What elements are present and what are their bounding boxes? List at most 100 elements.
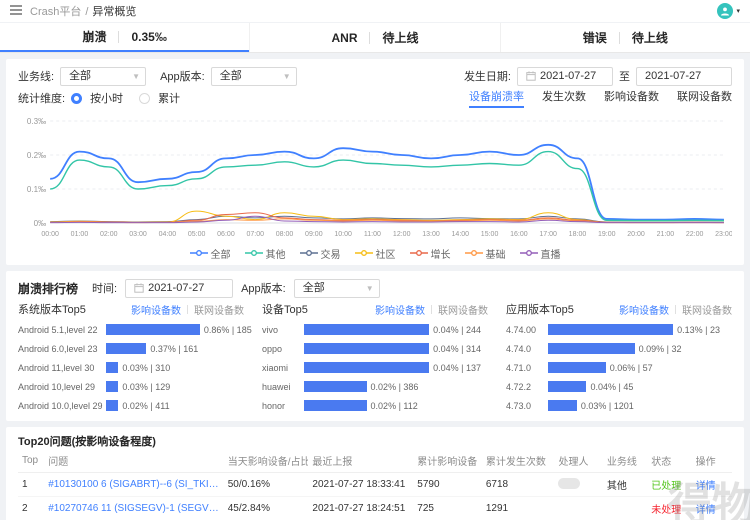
bar-label: 4.71.0 (506, 363, 548, 373)
breadcrumb-app[interactable]: Crash平台 (30, 6, 81, 18)
cell-today-devices: 45/2.84% (224, 497, 309, 520)
radio-hourly-label[interactable]: 按小时 (90, 90, 123, 106)
top5-bar-row: vivo0.04% | 244 (262, 320, 488, 339)
bar-label: Android 11,level 30 (18, 363, 106, 373)
svg-text:16:00: 16:00 (510, 231, 528, 238)
business-line-select[interactable]: 全部▼ (60, 67, 146, 86)
business-line-label: 业务线: (18, 68, 54, 84)
ranking-title: 崩溃排行榜 (18, 280, 78, 297)
metric-tab[interactable]: 影响设备数 (604, 88, 659, 108)
tab-crash[interactable]: 崩溃 0.35‰ (0, 23, 249, 52)
issues-card: Top20问题(按影响设备程度) Top问题当天影响设备/占比最近上报累计影响设… (6, 427, 744, 520)
bar-track: 0.04% | 137 (304, 362, 488, 373)
breadcrumb-separator: / (85, 6, 88, 18)
top5-bar-row: xiaomi0.04% | 137 (262, 358, 488, 377)
tab-affected-devices[interactable]: 影响设备数 (131, 302, 181, 317)
metric-tab[interactable]: 发生次数 (542, 88, 586, 108)
top5-bar-row: honor0.02% | 112 (262, 396, 488, 415)
app-version-select[interactable]: 全部▼ (211, 67, 297, 86)
tab-online-devices[interactable]: 联网设备数 (682, 302, 732, 317)
table-row: 1#10130100 6 (SIGABRT)--6 (SI_TKILL)50/0… (18, 473, 732, 497)
bar (106, 362, 118, 373)
cell-last-report: 2021-07-27 18:33:41 (308, 473, 413, 497)
bar-value: 0.03% | 129 (122, 382, 170, 392)
tab-affected-devices[interactable]: 影响设备数 (619, 302, 669, 317)
chevron-down-icon: ▼ (366, 280, 374, 297)
tab-online-devices[interactable]: 联网设备数 (438, 302, 488, 317)
date-to-input[interactable]: 2021-07-27 (636, 67, 732, 86)
table-row: 2 #10270746 11 (SIGSEGV)-1 (SEGV_MAPERR) 4… (18, 497, 732, 520)
bar-track: 0.04% | 45 (548, 381, 732, 392)
menu-collapse-icon[interactable] (10, 5, 22, 18)
column-header: 问题 (44, 449, 224, 473)
filter-row: 业务线: 全部▼ App版本: 全部▼ 发生日期: 2021-07-27 至 2… (18, 65, 732, 87)
issues-tbody: 1#10130100 6 (SIGABRT)--6 (SI_TKILL)50/0… (18, 473, 732, 520)
legend-item[interactable]: 全部 (190, 246, 231, 261)
issue-link[interactable]: #10270746 11 (SIGSEGV)-1 (SEGV_MAPERR) (48, 503, 220, 514)
cell-top: 2 (18, 497, 44, 520)
tab-value: 0.35‰ (131, 30, 166, 44)
legend-marker-icon (465, 249, 483, 257)
chevron-down-icon: ▾ (736, 7, 740, 15)
metric-tab[interactable]: 设备崩溃率 (469, 88, 524, 108)
legend-item[interactable]: 其他 (245, 246, 286, 261)
date-to-label: 至 (619, 68, 630, 84)
svg-text:00:00: 00:00 (41, 231, 59, 238)
tab-error[interactable]: 错误 待上线 (500, 23, 750, 52)
line-chart: 0‰0.1‰0.2‰0.3‰00:0001:0002:0003:0004:000… (18, 113, 732, 245)
bar-value: 0.02% | 112 (371, 401, 418, 411)
issue-link[interactable]: #10130100 6 (SIGABRT)--6 (SI_TKILL) (48, 479, 220, 490)
date-from-input[interactable]: 2021-07-27 (517, 67, 613, 86)
chart-legend: 全部 其他交易社区增长基础 直播 (18, 245, 732, 261)
radio-cumulative-label[interactable]: 累计 (158, 90, 180, 106)
cell-issue: #10270746 11 (SIGSEGV)-1 (SEGV_MAPERR) (44, 497, 224, 520)
bar-track: 0.37% | 161 (106, 343, 244, 354)
svg-text:09:00: 09:00 (305, 231, 323, 238)
legend-item[interactable]: 社区 (355, 246, 396, 261)
ranking-app-version-select[interactable]: 全部▼ (294, 279, 380, 298)
handler-tag[interactable] (558, 478, 580, 489)
detail-link[interactable]: 详情 (696, 505, 716, 516)
legend-item[interactable]: 交易 (300, 246, 341, 261)
metric-tab[interactable]: 联网设备数 (677, 88, 732, 108)
bar (106, 343, 146, 354)
user-menu[interactable]: ▾ (717, 3, 740, 19)
column-header: 累计影响设备 (413, 449, 482, 473)
top5-bar-row: Android 10,level 29 0.03% | 129 (18, 377, 244, 396)
tab-label: 崩溃 (82, 28, 106, 45)
ranking-date-input[interactable]: 2021-07-27 (125, 279, 233, 298)
cell-top: 1 (18, 473, 44, 497)
tab-affected-devices[interactable]: 影响设备数 (375, 302, 425, 317)
tab-divider (431, 305, 432, 314)
tab-online-devices[interactable]: 联网设备数 (194, 302, 244, 317)
radio-cumulative[interactable] (139, 93, 150, 104)
legend-label: 直播 (541, 246, 561, 261)
top5-bar-row: huawei0.02% | 386 (262, 377, 488, 396)
top5-bar-row: Android 5.1,level 220.86% | 185 (18, 320, 244, 339)
bar-track: 0.02% | 411 (106, 400, 244, 411)
legend-item[interactable]: 增长 (410, 246, 451, 261)
cell-total-count: 6718 (482, 473, 555, 497)
top5-bar-row: 4.74.000.13% | 23 (506, 320, 732, 339)
legend-label: 其他 (266, 246, 286, 261)
top5-bar-row: 4.74.00.09% | 32 (506, 339, 732, 358)
cell-action: 详情 (692, 497, 732, 520)
legend-item[interactable]: 基础 (465, 246, 506, 261)
legend-marker-icon (300, 249, 318, 257)
detail-link[interactable]: 详情 (696, 481, 716, 492)
tab-value: 待上线 (632, 29, 668, 46)
avatar[interactable] (717, 3, 733, 19)
svg-text:12:00: 12:00 (393, 231, 411, 238)
breadcrumb-page: 异常概览 (92, 6, 136, 18)
calendar-icon (526, 71, 536, 81)
bar-track: 0.09% | 32 (548, 343, 732, 354)
svg-text:13:00: 13:00 (422, 231, 440, 238)
tab-anr[interactable]: ANR 待上线 (249, 23, 499, 52)
cell-business-line (603, 497, 647, 520)
legend-item[interactable]: 直播 (520, 246, 561, 261)
bar-label: Android 10,level 29 (18, 382, 106, 392)
radio-hourly[interactable] (71, 93, 82, 104)
column-header: 业务线 (603, 449, 647, 473)
bar (304, 324, 429, 335)
page-content: 业务线: 全部▼ App版本: 全部▼ 发生日期: 2021-07-27 至 2… (0, 53, 750, 520)
